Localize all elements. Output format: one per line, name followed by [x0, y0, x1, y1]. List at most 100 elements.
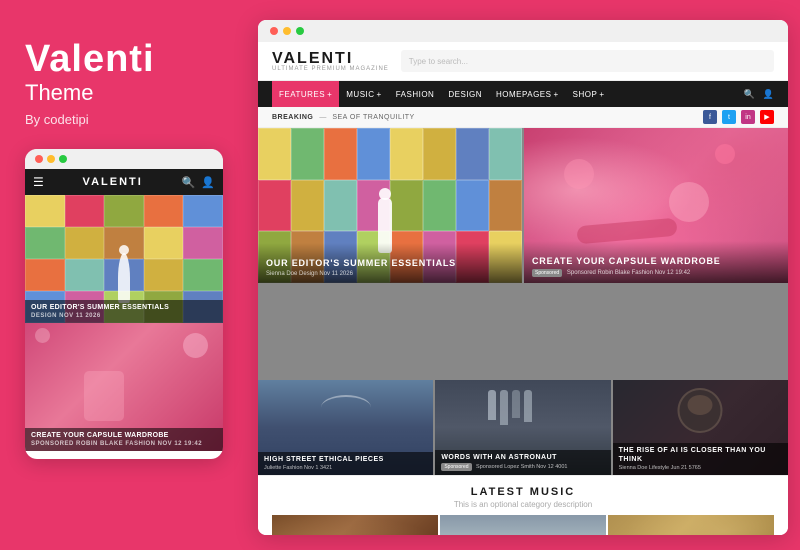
left-panel: Valenti Theme By codetipi ☰ VALENTI 🔍 👤: [0, 0, 248, 550]
nav-item-features[interactable]: FEATURES +: [272, 81, 339, 107]
instagram-icon[interactable]: in: [741, 110, 755, 124]
article-ai-caption: THE RISE OF AI IS CLOSER THAN YOU THINK …: [613, 443, 788, 475]
breaking-social: f t in ▶: [703, 110, 774, 124]
article-astronaut-title: WORDS WITH AN ASTRONAUT: [441, 454, 604, 462]
figures-group: [488, 390, 532, 425]
article-summer-caption: OUR EDITOR'S SUMMER ESSENTIALS Sienna Do…: [258, 243, 522, 283]
breaking-dash: —: [319, 114, 326, 121]
search-placeholder-text: Type to search...: [409, 57, 468, 66]
brand-subtitle: Theme: [25, 80, 223, 106]
nav-user-icon[interactable]: 👤: [763, 89, 774, 100]
desktop-logo-container: VALENTI ULTIMATE PREMIUM MAGAZINE: [272, 50, 389, 72]
bottom-article-row: HIGH STREET ETHICAL PIECES Juliette Fash…: [258, 380, 788, 475]
music-bg-3: [608, 515, 774, 535]
nav-item-homepages[interactable]: HOMEPAGES +: [489, 81, 566, 107]
main-article-grid: OUR EDITOR'S SUMMER ESSENTIALS Sienna Do…: [258, 128, 788, 380]
article-summer[interactable]: OUR EDITOR'S SUMMER ESSENTIALS Sienna Do…: [258, 128, 522, 283]
mobile-caption-1: OUR EDITOR'S SUMMER ESSENTIALS Design No…: [25, 300, 223, 323]
search-icon: 🔍: [182, 176, 196, 189]
mobile-article-meta-2: Sponsored Robin Blake Fashion Nov 12 19:…: [31, 441, 217, 447]
facebook-icon[interactable]: f: [703, 110, 717, 124]
article-astronaut-meta: Sponsored Sponsored Lopez Smith Nov 12 4…: [441, 463, 604, 471]
article-ethical-title: HIGH STREET ETHICAL PIECES: [264, 456, 427, 464]
mobile-preview: ☰ VALENTI 🔍 👤 OUR EDITOR'S S: [25, 149, 223, 459]
music-bg-1: [272, 515, 438, 535]
person-head-desktop: [379, 188, 391, 200]
user-icon: 👤: [201, 176, 215, 189]
article-ethical-caption: HIGH STREET ETHICAL PIECES Juliette Fash…: [258, 452, 433, 475]
nav-item-design[interactable]: DESIGN: [441, 81, 489, 107]
dot-green: [59, 155, 67, 163]
desktop-nav: FEATURES + MUSIC + FASHION DESIGN HOMEPA…: [258, 81, 788, 107]
desktop-dot-green: [296, 27, 304, 35]
music-grid: [272, 515, 774, 535]
mobile-content: OUR EDITOR'S SUMMER ESSENTIALS Design No…: [25, 195, 223, 455]
decorative-circle-2: [35, 328, 50, 343]
music-glow-3: [608, 515, 774, 535]
flower-3: [669, 182, 709, 222]
youtube-icon[interactable]: ▶: [760, 110, 774, 124]
sponsored-badge-astronaut: Sponsored: [441, 463, 471, 471]
latest-music-title: LATEST MUSIC: [272, 486, 774, 498]
flower-1: [564, 159, 594, 189]
music-item-2[interactable]: [440, 515, 606, 535]
latest-music-desc: This is an optional category description: [272, 500, 774, 509]
latest-music-section: LATEST MUSIC This is an optional categor…: [258, 475, 788, 535]
desktop-logo-sub: ULTIMATE PREMIUM MAGAZINE: [272, 66, 389, 72]
music-item-1[interactable]: [272, 515, 438, 535]
desktop-dot-yellow: [283, 27, 291, 35]
mobile-nav: ☰ VALENTI 🔍 👤: [25, 169, 223, 195]
article-capsule[interactable]: CREATE YOUR CAPSULE WARDROBE Sponsored S…: [524, 128, 788, 283]
mobile-article-1: OUR EDITOR'S SUMMER ESSENTIALS Design No…: [25, 195, 223, 323]
nav-item-fashion[interactable]: FASHION: [389, 81, 442, 107]
person-figure: [118, 253, 130, 303]
article-capsule-title: CREATE YOUR CAPSULE WARDROBE: [532, 256, 780, 267]
nav-item-shop[interactable]: SHOP +: [566, 81, 612, 107]
article-summer-title: OUR EDITOR'S SUMMER ESSENTIALS: [266, 258, 514, 269]
mobile-article-title-2: CREATE YOUR CAPSULE WARDROBE: [31, 432, 217, 439]
mobile-article-meta-1: Design Nov 11 2026: [31, 313, 217, 319]
desktop-header: VALENTI ULTIMATE PREMIUM MAGAZINE Type t…: [258, 42, 788, 81]
decorative-circle: [183, 333, 208, 358]
twitter-icon[interactable]: t: [722, 110, 736, 124]
article-astronaut-caption: WORDS WITH AN ASTRONAUT Sponsored Sponso…: [435, 450, 610, 475]
brand-title: Valenti: [25, 40, 223, 78]
desktop-search-bar[interactable]: Type to search...: [401, 50, 774, 72]
breaking-label: BREAKING: [272, 114, 313, 121]
nav-item-music[interactable]: MUSIC +: [339, 81, 388, 107]
food-shape: [688, 395, 713, 415]
article-ai-meta: Sienna Doe Lifestyle Jun 21 5765: [619, 465, 782, 471]
mobile-caption-2: CREATE YOUR CAPSULE WARDROBE Sponsored R…: [25, 428, 223, 451]
music-item-3[interactable]: [608, 515, 774, 535]
nav-search-icon[interactable]: 🔍: [744, 89, 755, 100]
desktop-preview: VALENTI ULTIMATE PREMIUM MAGAZINE Type t…: [258, 20, 788, 535]
article-ethical-meta: Juliette Fashion Nov 1 3421: [264, 465, 427, 471]
article-ai-title: THE RISE OF AI IS CLOSER THAN YOU THINK: [619, 447, 782, 464]
mobile-nav-icons: 🔍 👤: [182, 176, 215, 189]
desktop-titlebar: [258, 20, 788, 42]
music-bg-2: [440, 515, 606, 535]
mobile-article-title-1: OUR EDITOR'S SUMMER ESSENTIALS: [31, 304, 217, 311]
figure-shape: [84, 371, 124, 421]
sponsored-badge-capsule: Sponsored: [532, 269, 562, 277]
article-astronaut[interactable]: WORDS WITH AN ASTRONAUT Sponsored Sponso…: [435, 380, 610, 475]
article-summer-meta: Sienna Doe Design Nov 11 2026: [266, 271, 514, 277]
desktop-dot-red: [270, 27, 278, 35]
mobile-article-2: CREATE YOUR CAPSULE WARDROBE Sponsored R…: [25, 323, 223, 451]
dot-red: [35, 155, 43, 163]
dot-yellow: [47, 155, 55, 163]
nav-right-icons: 🔍 👤: [744, 89, 774, 100]
breaking-bar: BREAKING — SEA OF TRANQUILITY f t in ▶: [258, 107, 788, 128]
article-ai[interactable]: THE RISE OF AI IS CLOSER THAN YOU THINK …: [613, 380, 788, 475]
wave-shape: [321, 395, 371, 420]
breaking-text: SEA OF TRANQUILITY: [332, 114, 414, 121]
music-glow-1: [272, 515, 438, 535]
mobile-logo: VALENTI: [83, 176, 143, 188]
brand-by: By codetipi: [25, 112, 223, 127]
hamburger-icon: ☰: [33, 175, 44, 189]
article-ethical[interactable]: HIGH STREET ETHICAL PIECES Juliette Fash…: [258, 380, 433, 475]
mobile-titlebar: [25, 149, 223, 169]
article-capsule-caption: CREATE YOUR CAPSULE WARDROBE Sponsored S…: [524, 241, 788, 283]
article-capsule-meta: Sponsored Sponsored Robin Blake Fashion …: [532, 269, 780, 277]
flower-2: [715, 144, 735, 164]
